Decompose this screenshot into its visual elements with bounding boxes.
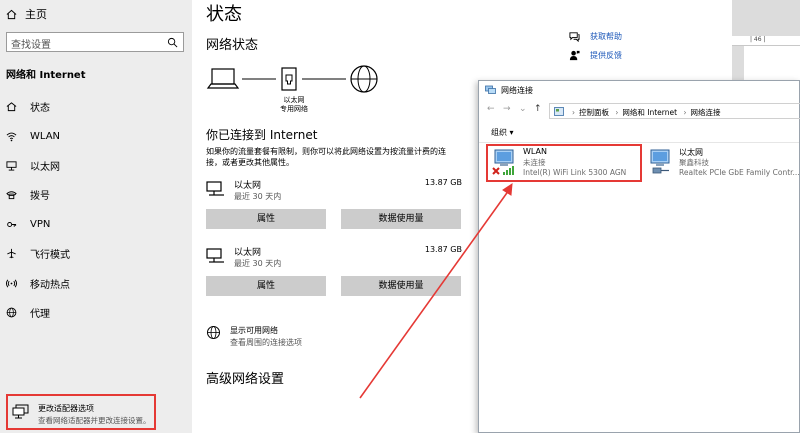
properties-button[interactable]: 属性 — [206, 209, 326, 229]
sidebar-item-status[interactable]: 状态 — [6, 98, 50, 114]
search-input[interactable]: 查找设置 — [6, 32, 184, 52]
help-chat-icon — [569, 31, 580, 42]
home-network-icon — [6, 101, 17, 111]
page-title: 状态 — [206, 4, 242, 25]
adapter-monitors-icon — [12, 404, 29, 419]
connection-name: 以太网 — [234, 248, 262, 258]
wlan-highlight-box — [486, 144, 642, 182]
connection-sub: 最近 30 天内 — [234, 259, 282, 268]
diagram-label: 以太网 专用网络 — [270, 96, 318, 114]
control-panel-icon — [554, 107, 564, 116]
get-help-link[interactable]: 获取帮助 — [569, 29, 622, 43]
search-placeholder: 查找设置 — [11, 40, 51, 51]
feedback-person-icon — [569, 50, 580, 60]
organize-menu-button[interactable]: 组织 ▾ — [491, 128, 514, 137]
sidebar-item-wlan[interactable]: WLAN — [6, 128, 60, 144]
home-icon — [6, 9, 17, 19]
sidebar-item-label: 代理 — [30, 308, 50, 320]
connected-heading: 你已连接到 Internet — [206, 128, 318, 142]
connection-data-size: 13.87 GB — [424, 245, 462, 254]
sidebar-item-label: 以太网 — [30, 161, 60, 173]
diagram-label-line1: 以太网 — [283, 96, 305, 104]
connection-row[interactable]: 以太网 最近 30 天内 13.87 GB — [206, 178, 462, 206]
toolbar: 组织 ▾ — [479, 121, 799, 143]
ethernet-adapter-icon — [650, 149, 670, 174]
sidebar-section-title: 网络和 Internet — [6, 70, 86, 81]
adapter-status: 聚鑫科技 — [679, 158, 709, 167]
diagram-label-line2: 专用网络 — [280, 105, 308, 113]
sidebar-item-dialup[interactable]: 拨号 — [6, 186, 50, 202]
window-title-bar: 网络连接 — [479, 81, 799, 99]
change-adapter-options[interactable]: 更改适配器选项 查看网络适配器并更改连接设置。 — [6, 394, 156, 430]
sidebar-item-label: 状态 — [30, 102, 50, 114]
show-available-networks[interactable]: 显示可用网络 查看周围的连接选项 — [206, 322, 406, 352]
get-help-label: 获取帮助 — [590, 31, 622, 41]
ethernet-monitor-icon — [206, 248, 224, 263]
sidebar-item-label: 拨号 — [30, 190, 50, 202]
globe-icon — [6, 307, 17, 317]
up-arrow-icon[interactable]: ↑ — [534, 104, 542, 114]
change-adapter-label: 更改适配器选项 — [38, 404, 94, 413]
connected-description: 如果你的流量套餐有限制，则你可以将此网络设置为按流量计费的连接，或者更改其他属性… — [206, 147, 446, 167]
show-available-label: 显示可用网络 — [230, 326, 278, 335]
search-icon — [167, 37, 178, 48]
ethernet-icon — [6, 160, 17, 171]
breadcrumb-item[interactable]: 网络连接 — [690, 108, 720, 117]
breadcrumb-item[interactable]: 控制面板 — [579, 108, 609, 117]
sidebar-item-label: 飞行模式 — [30, 249, 70, 261]
connection-name: 以太网 — [234, 181, 262, 191]
dialup-icon — [6, 190, 17, 199]
data-usage-button[interactable]: 数据使用量 — [341, 276, 461, 296]
ethernet-port-icon — [281, 67, 297, 91]
feedback-label: 提供反馈 — [590, 50, 622, 60]
address-bar[interactable]: › 控制面板 › 网络和 Internet › 网络连接 — [549, 103, 800, 119]
change-adapter-sub: 查看网络适配器并更改连接设置。 — [38, 416, 151, 425]
show-available-sub: 查看周围的连接选项 — [230, 338, 302, 347]
settings-sidebar: 主页 查找设置 网络和 Internet 状态 WLAN 以太网 拨号 VPN … — [0, 0, 192, 433]
address-bar-row: ← → ⌄ ↑ › 控制面板 › 网络和 Internet › 网络连接 — [479, 101, 800, 121]
sidebar-item-ethernet[interactable]: 以太网 — [6, 157, 60, 173]
sidebar-item-label: 移动热点 — [30, 279, 70, 291]
connection-data-size: 13.87 GB — [424, 178, 462, 187]
sidebar-item-hotspot[interactable]: 移动热点 — [6, 275, 70, 291]
forward-arrow-icon[interactable]: → — [503, 104, 511, 114]
document-ruler: | 46 | — [732, 36, 800, 46]
breadcrumb-item[interactable]: 网络和 Internet — [622, 108, 677, 117]
recent-dropdown-icon[interactable]: ⌄ — [519, 104, 527, 114]
laptop-icon — [206, 68, 240, 89]
data-usage-button[interactable]: 数据使用量 — [341, 209, 461, 229]
sidebar-home[interactable]: 主页 — [6, 5, 47, 23]
vpn-icon — [7, 221, 17, 227]
window-title: 网络连接 — [501, 86, 533, 95]
back-arrow-icon[interactable]: ← — [487, 104, 495, 114]
properties-button[interactable]: 属性 — [206, 276, 326, 296]
ethernet-cable-icon — [652, 167, 669, 174]
internet-globe-icon — [350, 65, 378, 93]
connection-row[interactable]: 以太网 最近 30 天内 13.87 GB — [206, 245, 462, 273]
available-networks-icon — [207, 326, 220, 339]
sidebar-item-label: VPN — [30, 218, 51, 230]
airplane-icon — [7, 248, 16, 258]
sidebar-item-vpn[interactable]: VPN — [6, 216, 50, 232]
connection-sub: 最近 30 天内 — [234, 192, 282, 201]
network-status-heading: 网络状态 — [206, 38, 259, 53]
network-folder-icon — [485, 85, 496, 94]
hotspot-icon — [6, 279, 17, 287]
feedback-link[interactable]: 提供反馈 — [569, 48, 622, 62]
sidebar-item-airplane[interactable]: 飞行模式 — [6, 245, 70, 261]
sidebar-home-label: 主页 — [25, 8, 47, 21]
wifi-icon — [6, 132, 17, 141]
ethernet-monitor-icon — [206, 181, 224, 196]
sidebar-item-label: WLAN — [30, 130, 61, 142]
advanced-settings-heading: 高级网络设置 — [206, 372, 285, 387]
sidebar-item-proxy[interactable]: 代理 — [6, 304, 50, 320]
adapter-device: Realtek PCIe GbE Family Contr... — [679, 168, 799, 177]
network-connections-window: 网络连接 ← → ⌄ ↑ › 控制面板 › 网络和 Internet › 网络连接 组… — [478, 80, 800, 433]
adapter-item-ethernet[interactable]: 以太网 聚鑫科技 Realtek PCIe GbE Family Contr..… — [645, 145, 799, 181]
